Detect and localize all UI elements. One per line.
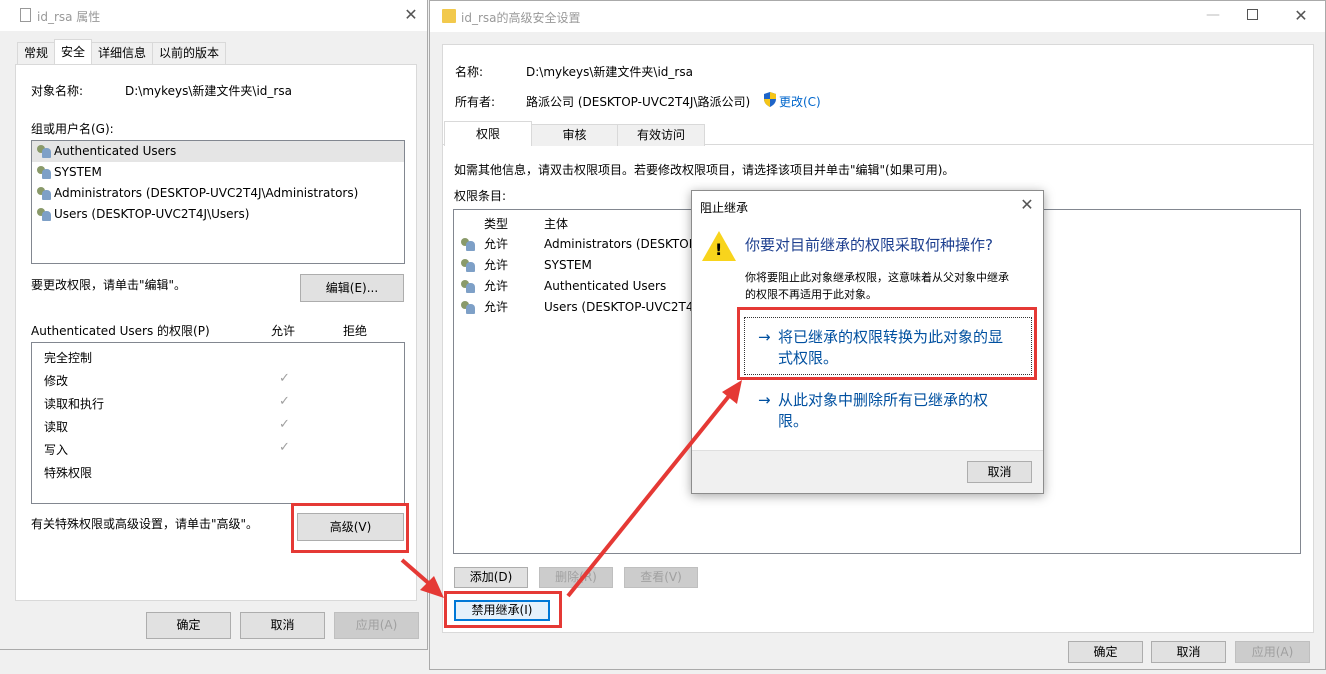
arrow-line (566, 389, 735, 598)
annotation-arrows (400, 380, 742, 598)
